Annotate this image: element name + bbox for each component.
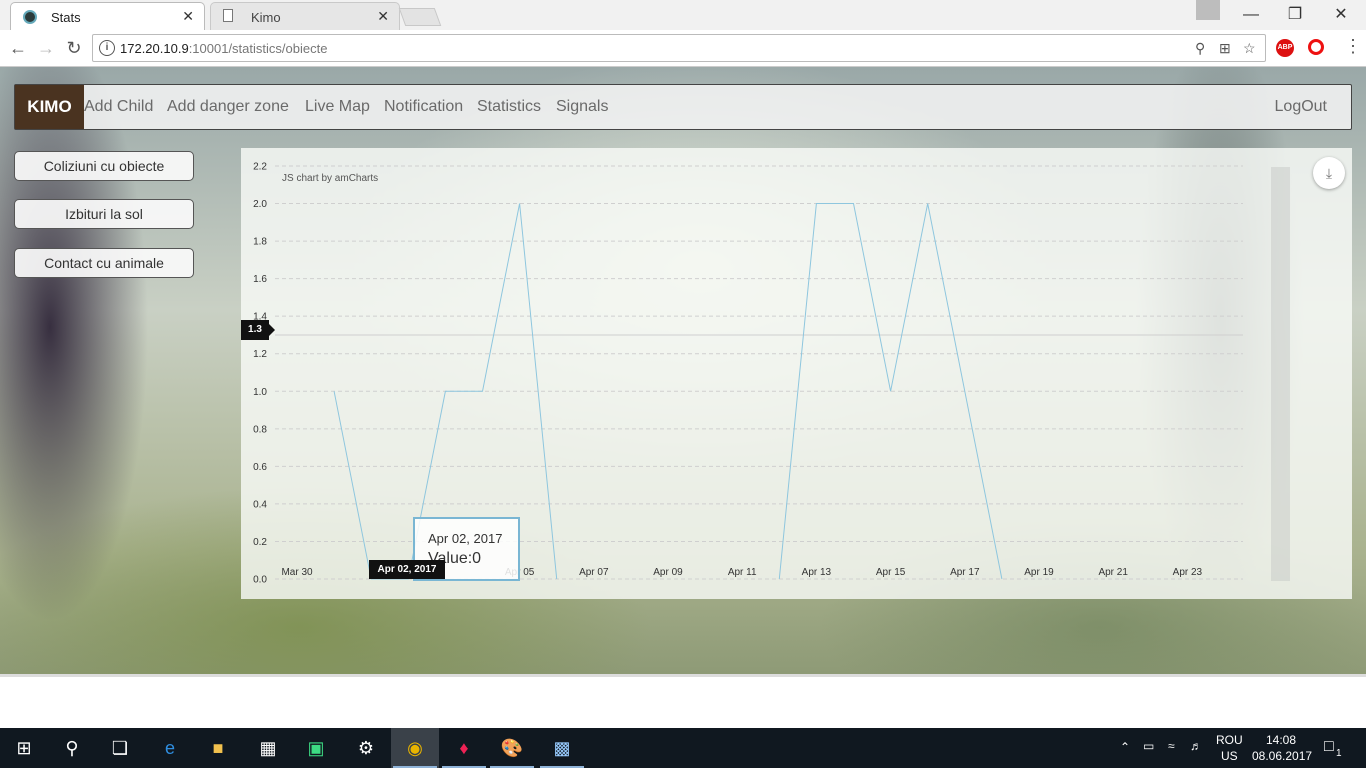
settings-icon[interactable]: ⚙ (354, 736, 378, 760)
url-text[interactable]: 172.20.10.9:10001/statistics/obiecte (120, 41, 327, 56)
close-window-button[interactable]: ✕ (1318, 0, 1364, 30)
y-tick-label: 0.2 (253, 537, 267, 548)
tab-stats[interactable]: Stats ✕ (10, 2, 205, 30)
brand-logo[interactable]: KIMO (15, 85, 84, 129)
new-tab-button[interactable] (398, 8, 442, 26)
browser-toolbar: ← → ↻ i 172.20.10.9:10001/statistics/obi… (0, 30, 1366, 67)
bookmark-star-icon[interactable]: ☆ (1243, 40, 1256, 57)
adblock-plus-icon[interactable]: ABP (1276, 39, 1294, 57)
info-icon[interactable]: i (99, 40, 115, 56)
nav-signals[interactable]: Signals (556, 98, 608, 116)
clock-date[interactable]: 08.06.2017 (1252, 749, 1312, 763)
app-navbar: KIMO Add Child Add danger zone Live Map … (14, 84, 1352, 130)
ground-impacts-button[interactable]: Izbituri la sol (14, 199, 194, 229)
page-icon (223, 9, 233, 22)
nav-add-danger-zone[interactable]: Add danger zone (167, 98, 289, 116)
notifications-icon[interactable]: □ (1324, 738, 1334, 756)
nav-notification[interactable]: Notification (384, 98, 463, 116)
x-tick-label: Mar 30 (281, 567, 313, 578)
profile-icon[interactable] (1196, 0, 1220, 20)
logout-link[interactable]: LogOut (1275, 98, 1327, 116)
forward-icon[interactable]: → (36, 38, 56, 58)
tab-title: Kimo (251, 10, 281, 25)
y-tick-label: 2.2 (253, 162, 267, 173)
chevron-up-icon[interactable]: ⌃ (1120, 740, 1130, 754)
url-path: :10001/statistics/obiecte (188, 41, 328, 56)
chart-credit[interactable]: JS chart by amCharts (282, 173, 378, 184)
volume-icon[interactable]: ♬ (1190, 739, 1202, 753)
x-tick-label: Apr 13 (802, 567, 832, 578)
cursor-value-label: 1.3 (241, 320, 275, 340)
y-tick-label: 1.0 (253, 387, 267, 398)
browser-menu-icon[interactable]: ⋮ (1344, 36, 1362, 57)
paint-icon[interactable]: 🎨 (500, 736, 524, 760)
chrome-icon[interactable]: ◉ (403, 736, 427, 760)
chart-canvas: 0.00.20.40.60.81.01.21.41.61.82.02.2 Mar… (253, 162, 1243, 586)
file-explorer-icon[interactable]: ■ (206, 736, 230, 760)
x-tick-label: Apr 07 (579, 567, 609, 578)
x-tick-label: Apr 15 (876, 567, 906, 578)
windows-taskbar: ⊞ ⚲ ❏ e ■ ▦ ▣ ⚙ ◉ ♦ 🎨 ▩ ⌃ ▭ ≈ ♬ ROU US 1… (0, 728, 1366, 768)
download-icon[interactable]: ⤓ (1313, 157, 1345, 189)
y-tick-label: 0.8 (253, 424, 267, 435)
nav-add-child[interactable]: Add Child (84, 98, 153, 116)
git-icon[interactable]: ♦ (452, 736, 476, 760)
translate-icon[interactable]: ⊞ (1219, 40, 1231, 57)
y-tick-label: 2.0 (253, 199, 267, 210)
image-viewer-icon[interactable]: ▩ (550, 736, 574, 760)
y-tick-label: 0.4 (253, 499, 267, 510)
animal-contact-button[interactable]: Contact cu animale (14, 248, 194, 278)
minimize-button[interactable]: — (1228, 0, 1274, 30)
chart-scrollbar[interactable] (1271, 167, 1290, 581)
battery-icon[interactable]: ▭ (1143, 739, 1154, 753)
y-tick-label: 0.6 (253, 462, 267, 473)
reload-icon[interactable]: ↻ (64, 38, 84, 58)
x-tick-label: Apr 09 (653, 567, 683, 578)
close-tab-icon[interactable]: ✕ (377, 8, 389, 25)
wifi-icon[interactable]: ≈ (1168, 739, 1175, 753)
cursor-date-label: Apr 02, 2017 (369, 560, 445, 579)
tooltip-date: Apr 02, 2017 (428, 531, 503, 546)
site-favicon-icon (23, 10, 37, 24)
clock-time[interactable]: 14:08 (1266, 733, 1296, 747)
statistics-chart: 0.0 0.2 0.4 0.6 0.8 1.0 1.2 1.4 1.6 1.8 2.0 2.2 Mar… (241, 148, 1352, 599)
maximize-button[interactable]: ❐ (1272, 0, 1318, 30)
browser-tab-bar: Stats ✕ Kimo ✕ — ❐ ✕ (0, 0, 1366, 30)
back-icon[interactable]: ← (8, 38, 28, 58)
address-bar[interactable]: i 172.20.10.9:10001/statistics/obiecte ⚲… (92, 34, 1266, 62)
nav-statistics[interactable]: Statistics (477, 98, 541, 116)
y-axis-labels: 0.00.20.40.60.81.01.21.41.61.82.02.2 (253, 162, 267, 586)
y-tick-label: 1.8 (253, 237, 267, 248)
tab-title: Stats (51, 10, 81, 25)
url-host: 172.20.10.9 (120, 41, 189, 56)
notification-count: 1 (1336, 748, 1342, 759)
windows-start-icon[interactable]: ⊞ (12, 736, 36, 760)
x-tick-label: Apr 21 (1098, 567, 1128, 578)
close-tab-icon[interactable]: ✕ (182, 8, 194, 25)
x-tick-label: Apr 17 (950, 567, 980, 578)
pycharm-icon[interactable]: ▣ (304, 736, 328, 760)
x-tick-label: Apr 23 (1173, 567, 1203, 578)
tab-kimo[interactable]: Kimo ✕ (210, 2, 400, 30)
page-footer-area (0, 674, 1366, 731)
zoom-icon[interactable]: ⚲ (1195, 40, 1205, 57)
opera-icon[interactable] (1308, 39, 1324, 55)
input-region[interactable]: US (1221, 749, 1238, 763)
y-tick-label: 1.2 (253, 349, 267, 360)
y-tick-label: 0.0 (253, 575, 267, 586)
x-tick-label: Apr 11 (728, 567, 757, 578)
task-view-icon[interactable]: ❏ (108, 736, 132, 760)
y-tick-label: 1.6 (253, 274, 267, 285)
edge-icon[interactable]: e (158, 736, 182, 760)
nav-live-map[interactable]: Live Map (305, 98, 370, 116)
search-icon[interactable]: ⚲ (60, 736, 84, 760)
x-tick-label: Apr 19 (1024, 567, 1054, 578)
store-icon[interactable]: ▦ (256, 736, 280, 760)
collisions-objects-button[interactable]: Coliziuni cu obiecte (14, 151, 194, 181)
input-language[interactable]: ROU (1216, 733, 1243, 747)
